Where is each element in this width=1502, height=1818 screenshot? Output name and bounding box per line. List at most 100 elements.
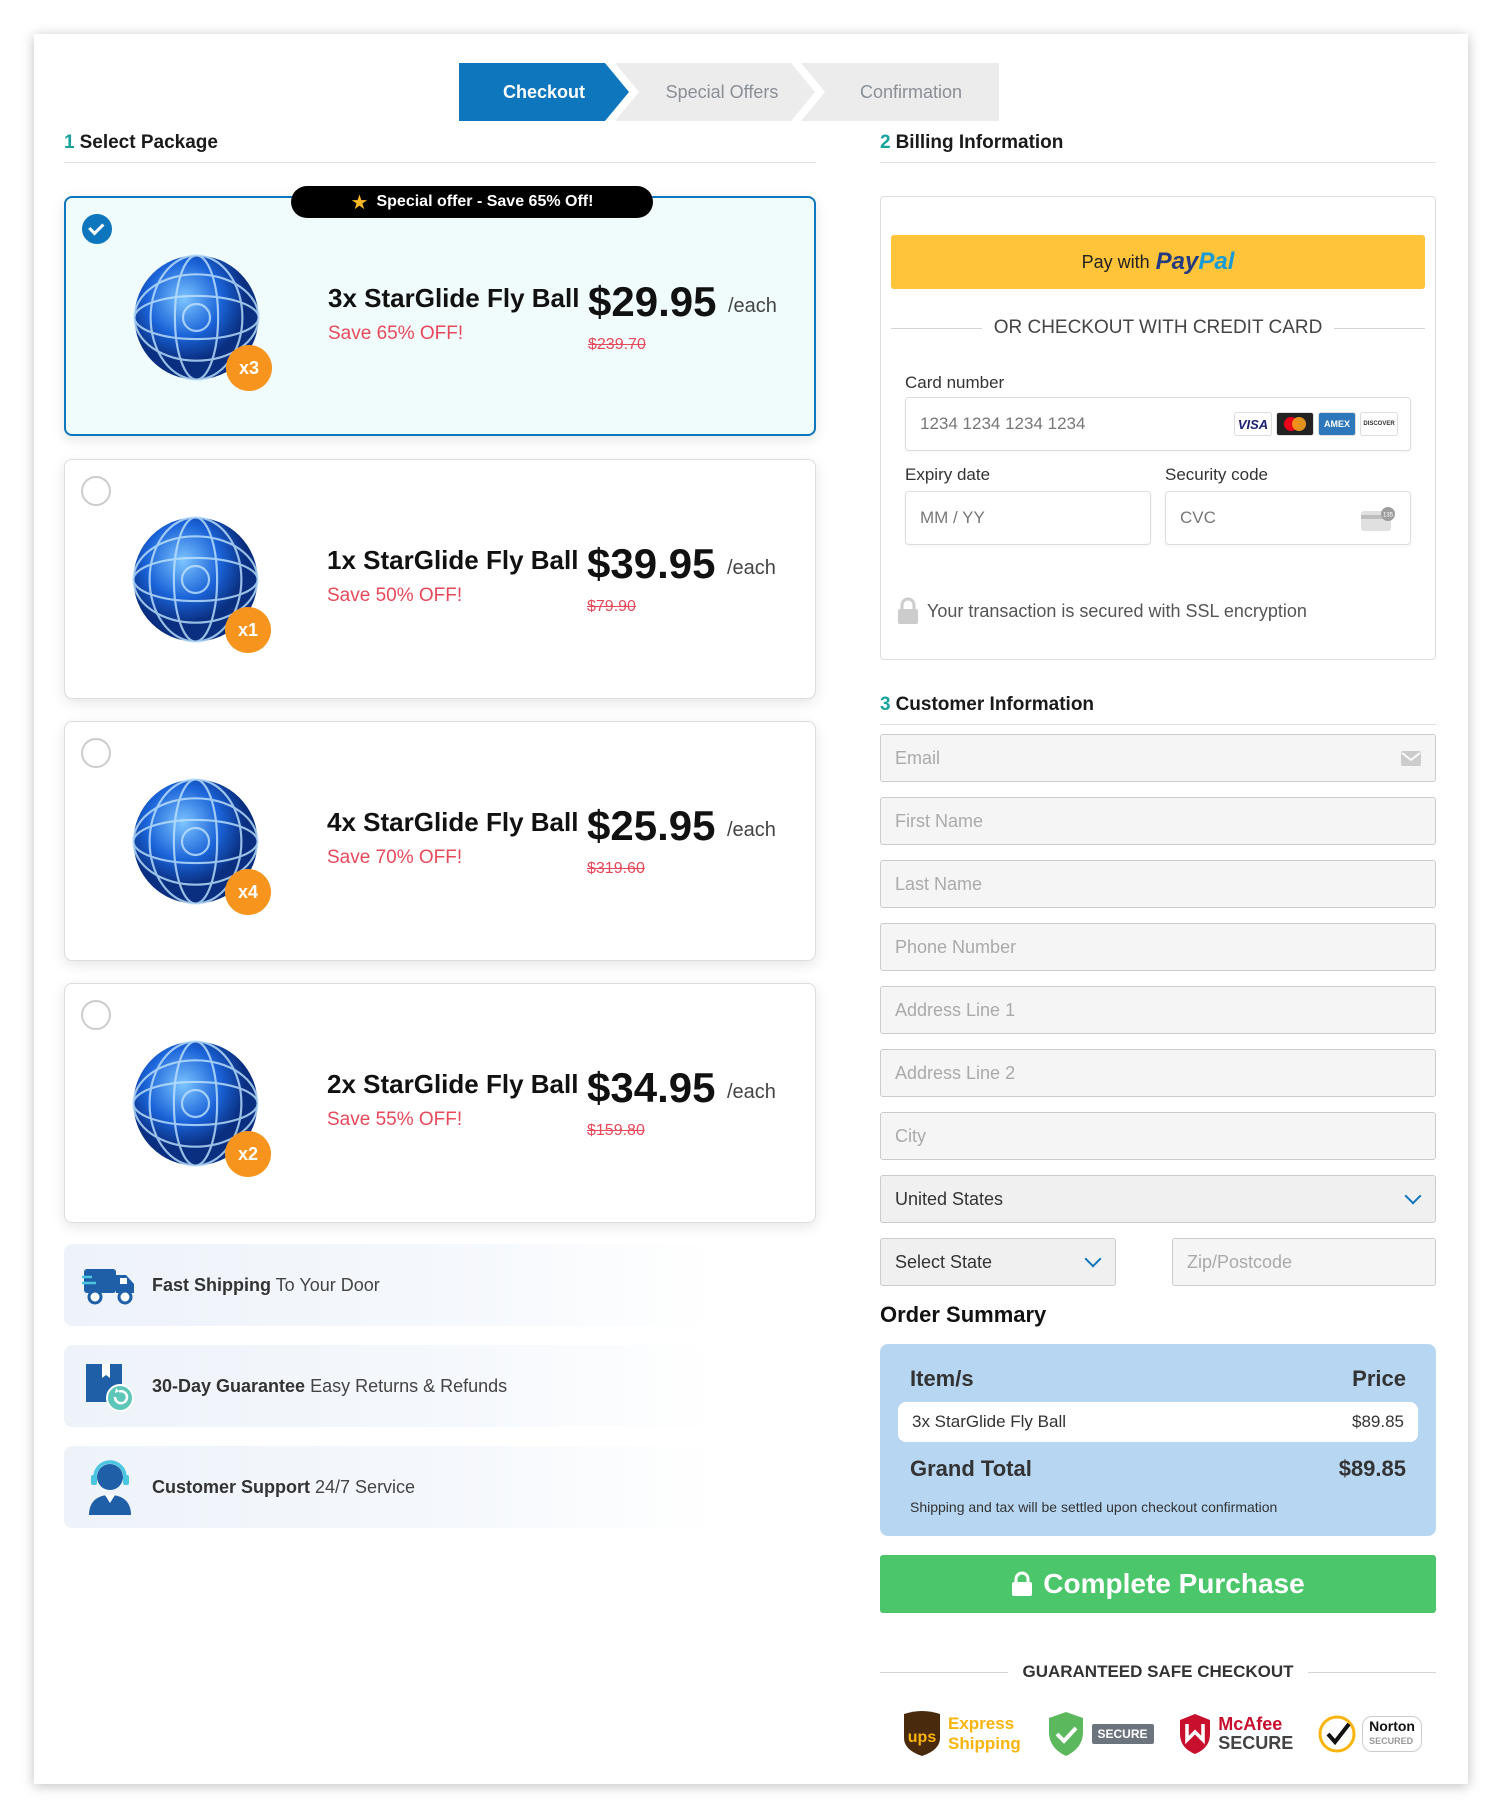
package-option-2x[interactable]: x2 2x StarGlide Fly Ball Save 55% OFF! $…	[64, 983, 816, 1223]
cvc-input[interactable]: CVC 135	[1165, 491, 1411, 545]
mastercard-icon	[1276, 412, 1314, 436]
country-select[interactable]: United States	[880, 1175, 1436, 1223]
card-brands: VISA AMEX DISCOVER	[1234, 412, 1398, 436]
chevron-down-icon	[1084, 1250, 1102, 1268]
cvc-card-icon: 135	[1361, 507, 1395, 531]
price-unit: /each	[727, 1081, 776, 1103]
truck-icon	[80, 1255, 140, 1315]
quantity-badge: x4	[225, 869, 271, 915]
select-package-header: 1 Select Package	[64, 132, 816, 163]
envelope-icon	[1401, 751, 1421, 766]
phone-input[interactable]: Phone Number	[880, 923, 1436, 971]
package-radio[interactable]	[81, 1000, 111, 1030]
benefit-fast-shipping: Fast Shipping To Your Door	[64, 1244, 714, 1326]
expiry-input[interactable]: MM / YY	[905, 491, 1151, 545]
card-number-label: Card number	[905, 373, 1005, 392]
ups-icon: ups	[904, 1711, 940, 1756]
shipping-note: Shipping and tax will be settled upon ch…	[910, 1499, 1278, 1515]
checkout-steps: Checkout Special Offers Confirmation	[459, 63, 999, 121]
package-name: 4x StarGlide Fly Ball	[327, 807, 579, 837]
norton-secured-badge: Norton SECURED	[1318, 1715, 1422, 1753]
special-offer-banner: ★ Special offer - Save 65% Off!	[291, 186, 653, 218]
grand-total-value: $89.85	[1338, 1456, 1406, 1481]
package-savings: Save 55% OFF!	[327, 1109, 463, 1130]
security-code-label: Security code	[1165, 465, 1268, 484]
package-name: 1x StarGlide Fly Ball	[327, 545, 579, 575]
quantity-badge: x2	[225, 1131, 271, 1177]
lock-icon	[898, 597, 918, 624]
quantity-badge: x1	[225, 607, 271, 653]
last-name-input[interactable]: Last Name	[880, 860, 1436, 908]
package-savings: Save 65% OFF!	[328, 323, 464, 344]
return-box-icon	[80, 1356, 140, 1416]
original-price: $239.70	[588, 336, 646, 353]
price-unit: /each	[727, 557, 776, 579]
support-agent-icon	[80, 1457, 140, 1517]
trust-badges: ups Express Shipping SECURE McAfee SECURE …	[902, 1704, 1422, 1764]
package-name: 2x StarGlide Fly Ball	[327, 1069, 579, 1099]
benefit-guarantee: 30-Day Guarantee Easy Returns & Refunds	[64, 1345, 714, 1427]
shield-check-icon	[1048, 1712, 1083, 1756]
price-unit: /each	[727, 819, 776, 841]
svg-text:ups: ups	[908, 1729, 937, 1746]
step-special-offers[interactable]: Special Offers	[615, 63, 815, 121]
package-radio[interactable]	[81, 476, 111, 506]
state-select[interactable]: Select State	[880, 1238, 1116, 1286]
city-input[interactable]: City	[880, 1112, 1436, 1160]
amex-icon: AMEX	[1318, 412, 1356, 436]
benefit-support: Customer Support 24/7 Service	[64, 1446, 714, 1528]
original-price: $319.60	[587, 860, 645, 877]
or-divider: OR CHECKOUT WITH CREDIT CARD	[891, 317, 1425, 339]
items-column-header: Item/s	[910, 1366, 974, 1391]
billing-info-header: 2 Billing Information	[880, 132, 1436, 163]
complete-purchase-button[interactable]: Complete Purchase	[880, 1555, 1436, 1613]
address-line-2-input[interactable]: Address Line 2	[880, 1049, 1436, 1097]
ups-express-badge: ups Express Shipping	[902, 1710, 1021, 1758]
original-price: $159.80	[587, 1122, 645, 1139]
billing-panel: Pay with Pay Pal OR CHECKOUT WITH CREDIT …	[880, 196, 1436, 660]
package-price: $34.95	[587, 1064, 716, 1111]
lock-icon	[1012, 1571, 1033, 1596]
ssl-notice: Your transaction is secured with SSL enc…	[897, 597, 1307, 625]
package-option-3x[interactable]: ★ Special offer - Save 65% Off! x3 3x Sta…	[64, 186, 816, 436]
secure-ssl-badge: SECURE	[1046, 1710, 1154, 1758]
step-confirmation[interactable]: Confirmation	[801, 63, 999, 121]
customer-info-header: 3 Customer Information	[880, 694, 1436, 725]
quantity-badge: x3	[226, 345, 272, 391]
package-name: 3x StarGlide Fly Ball	[328, 283, 580, 313]
email-input[interactable]: Email	[880, 734, 1436, 782]
package-price: $25.95	[587, 802, 716, 849]
chevron-down-icon	[1404, 1187, 1422, 1205]
price-column-header: Price	[1352, 1366, 1406, 1391]
package-option-4x[interactable]: x4 4x StarGlide Fly Ball Save 70% OFF! $…	[64, 721, 816, 961]
package-savings: Save 70% OFF!	[327, 847, 463, 868]
package-radio[interactable]	[82, 214, 112, 244]
order-summary-title: Order Summary	[880, 1302, 1047, 1327]
original-price: $79.90	[587, 598, 636, 615]
checkout-page: Checkout Special Offers Confirmation 1 Se…	[34, 34, 1468, 1784]
norton-check-icon	[1318, 1715, 1356, 1753]
expiry-label: Expiry date	[905, 465, 991, 484]
star-icon: ★	[350, 191, 369, 214]
paypal-button[interactable]: Pay with Pay Pal	[891, 235, 1425, 289]
mcafee-shield-icon	[1180, 1714, 1211, 1754]
order-item-row: 3x StarGlide Fly Ball $89.85	[898, 1402, 1418, 1442]
zip-input[interactable]: Zip/Postcode	[1172, 1238, 1436, 1286]
package-price: $29.95	[588, 278, 717, 325]
visa-icon: VISA	[1234, 412, 1272, 436]
order-summary-box: Item/s Price 3x StarGlide Fly Ball $89.8…	[880, 1344, 1436, 1536]
paypal-logo: Pay	[1155, 248, 1199, 275]
package-price: $39.95	[587, 540, 716, 587]
discover-icon: DISCOVER	[1360, 412, 1398, 436]
package-option-1x[interactable]: x1 1x StarGlide Fly Ball Save 50% OFF! $…	[64, 459, 816, 699]
price-unit: /each	[728, 295, 777, 317]
grand-total-label: Grand Total	[910, 1456, 1032, 1481]
safe-checkout-divider: GUARANTEED SAFE CHECKOUT	[880, 1662, 1436, 1682]
address-line-1-input[interactable]: Address Line 1	[880, 986, 1436, 1034]
step-checkout[interactable]: Checkout	[459, 63, 629, 121]
mcafee-secure-badge: McAfee SECURE	[1178, 1712, 1293, 1756]
svg-text:135: 135	[1383, 513, 1394, 519]
first-name-input[interactable]: First Name	[880, 797, 1436, 845]
package-radio[interactable]	[81, 738, 111, 768]
card-number-input[interactable]: 1234 1234 1234 1234 VISA AMEX DISCOVER	[905, 397, 1411, 451]
